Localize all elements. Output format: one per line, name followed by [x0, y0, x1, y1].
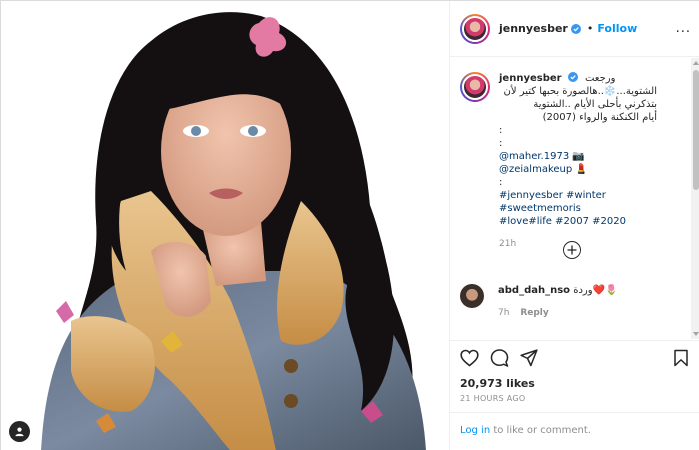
comment-item: abd_dah_nso وردة❤️🌷 7h Reply	[460, 284, 685, 320]
plus-icon	[567, 245, 577, 255]
post-actions: 20,973 likes 21 HOURS AGO	[450, 340, 699, 412]
post-header: jennyesber • Follow ...	[450, 1, 699, 57]
person-icon	[15, 427, 24, 437]
paper-plane-icon	[520, 349, 538, 367]
caption-text: jennyesber ورجعت الشتوية...❄️..هالصورة ب…	[499, 72, 679, 251]
comment-meta: 7h Reply	[498, 307, 617, 320]
caption-username-line: jennyesber ورجعت	[499, 72, 616, 84]
load-more-comments-button[interactable]	[563, 241, 581, 259]
hashtags-line[interactable]: #jennyesber #winter #sweetmemoris	[499, 189, 679, 215]
save-button[interactable]	[673, 349, 689, 371]
caption-username[interactable]: jennyesber	[499, 73, 562, 84]
comment-body: abd_dah_nso وردة❤️🌷 7h Reply	[498, 284, 617, 320]
caption-arabic-line-1: ورجعت	[584, 73, 616, 84]
commenter-username[interactable]: abd_dah_nso	[498, 285, 570, 296]
commenter-avatar[interactable]	[460, 284, 484, 308]
login-link[interactable]: Log in	[460, 425, 490, 436]
scrollbar-thumb[interactable]	[693, 70, 699, 190]
comment-button[interactable]	[490, 349, 509, 371]
follow-button[interactable]: Follow	[597, 22, 637, 35]
heart-icon	[460, 349, 479, 367]
post-timestamp[interactable]: 21 HOURS AGO	[460, 394, 526, 403]
comments-scrollbar[interactable]	[691, 58, 699, 339]
profile-avatar[interactable]	[460, 13, 490, 44]
reply-button[interactable]: Reply	[520, 308, 548, 318]
more-options-icon[interactable]: ...	[676, 21, 691, 36]
caption-arabic-line-3: بتذكرني بأحلى الأيام ..الشتوية	[533, 99, 657, 110]
caption-arabic-line-2: الشتوية...❄️..هالصورة بحبها كتير لأن	[503, 86, 657, 97]
caption-separator: :	[499, 177, 503, 188]
verified-badge-icon	[567, 72, 578, 82]
bookmark-icon	[674, 349, 688, 367]
like-button[interactable]	[460, 349, 479, 371]
header-username[interactable]: jennyesber	[499, 22, 568, 35]
login-prompt: Log in to like or comment.	[450, 412, 699, 450]
caption: jennyesber ورجعت الشتوية...❄️..هالصورة ب…	[460, 72, 680, 251]
caption-arabic-line-4: أيام الكنكنة والرواء (2007)	[542, 112, 657, 123]
post-image[interactable]	[1, 1, 449, 450]
scroll-down-arrow-icon[interactable]	[693, 332, 699, 336]
comments-list: jennyesber ورجعت الشتوية...❄️..هالصورة ب…	[450, 58, 690, 339]
caption-separator: :	[499, 138, 503, 149]
instagram-post: jennyesber • Follow ... jennyesber ورجعت…	[0, 0, 699, 450]
separator-dot: •	[586, 22, 594, 35]
caption-separator: :	[499, 125, 503, 136]
post-side-panel: jennyesber • Follow ... jennyesber ورجعت…	[449, 1, 699, 450]
comment-text: وردة❤️🌷	[573, 285, 618, 296]
credit-link-makeup[interactable]: @zeialmakeup 💄	[499, 163, 679, 176]
likes-count[interactable]: 20,973 likes	[460, 377, 535, 390]
comment-time: 7h	[498, 308, 510, 318]
login-prompt-text: to like or comment.	[490, 425, 591, 436]
verified-badge-icon	[570, 23, 581, 34]
hashtags-line[interactable]: #love#life #2007 #2020	[499, 215, 679, 228]
action-icons	[460, 349, 549, 371]
woman-portrait-image	[41, 12, 426, 450]
scroll-up-arrow-icon[interactable]	[693, 61, 699, 65]
user-tag-button[interactable]	[9, 421, 30, 442]
share-button[interactable]	[520, 349, 538, 371]
caption-avatar[interactable]	[460, 72, 490, 102]
comment-icon	[490, 349, 509, 367]
credit-link-photographer[interactable]: @maher.1973 📷	[499, 150, 679, 163]
caption-time: 21h	[499, 239, 517, 249]
